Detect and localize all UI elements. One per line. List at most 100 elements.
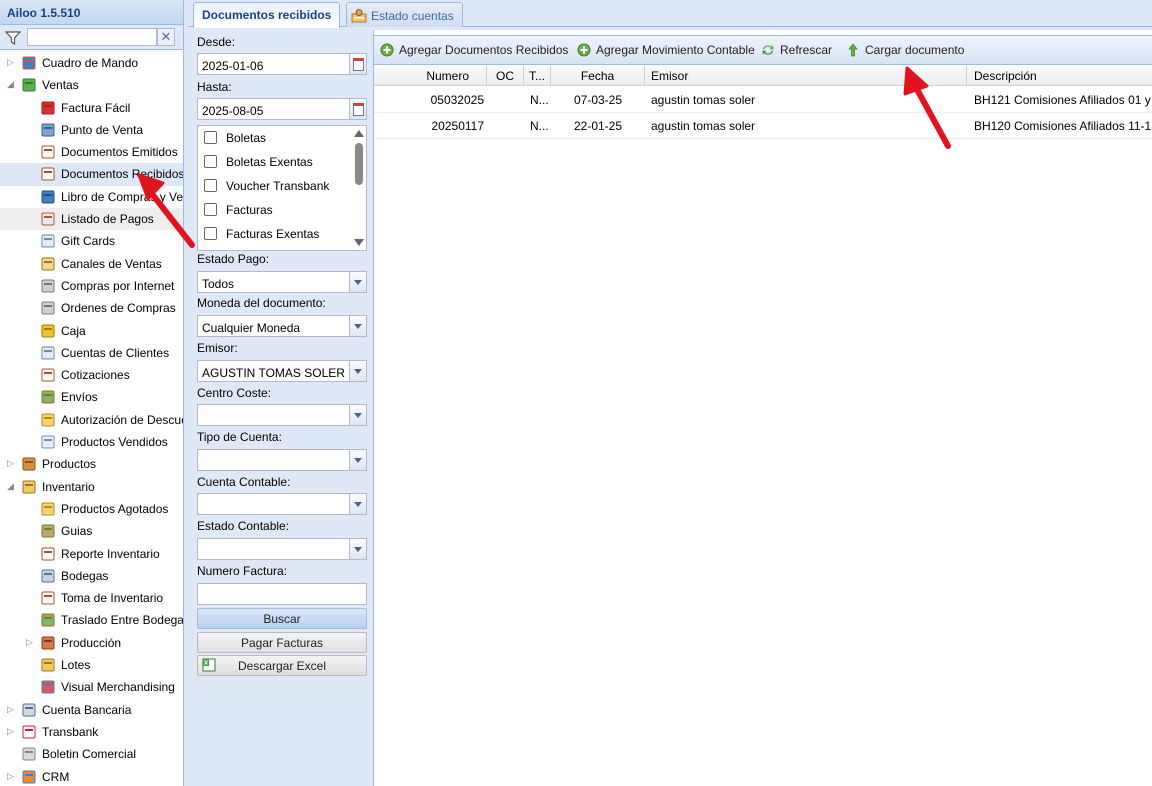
checkbox[interactable] [204,155,217,168]
sidebar-item-producción[interactable]: ▷ Producción [0,632,183,654]
sidebar-item-label: Documentos Recibidos [61,167,184,182]
sidebar-item-cuadro-de-mando[interactable]: ▷ Cuadro de Mando [0,52,183,74]
sidebar-item-documentos-emitidos[interactable]: Documentos Emitidos [0,141,183,163]
sidebar-item-cuenta-bancaria[interactable]: ▷ Cuenta Bancaria [0,699,183,721]
sidebar-item-visual-merchandising[interactable]: Visual Merchandising [0,676,183,698]
expand-arrow-icon[interactable]: ▷ [26,637,36,647]
cuenta-contable-select[interactable] [197,493,367,515]
sidebar-item-reporte-inventario[interactable]: Reporte Inventario [0,543,183,565]
sidebar-item-punto-de-venta[interactable]: Punto de Venta [0,119,183,141]
sidebar-item-gift-cards[interactable]: Gift Cards [0,230,183,252]
expand-arrow-icon[interactable]: ▷ [7,726,17,736]
column-header-emisor[interactable]: Emisor [645,66,967,86]
collapse-arrow-icon[interactable]: ◢ [7,481,17,491]
expand-arrow-icon[interactable]: ▷ [7,704,17,714]
calendar-icon[interactable] [349,99,366,119]
sidebar-item-traslado-entre-bodegas[interactable]: Traslado Entre Bodegas [0,609,183,631]
table-row[interactable]: 05032025 N... 07-03-25 agustin tomas sol… [374,87,1152,113]
checkbox[interactable] [204,203,217,216]
descargar-excel-button[interactable]: Descargar Excel [197,655,367,676]
sidebar-item-factura-fácil[interactable]: Factura Fácil [0,97,183,119]
sidebar-item-caja[interactable]: Caja [0,320,183,342]
sidebar-item-productos-agotados[interactable]: Productos Agotados [0,498,183,520]
hasta-date-field[interactable]: 2025-08-05 [197,98,367,120]
calendar-icon[interactable] [349,54,366,74]
chevron-down-icon[interactable] [349,272,366,292]
sidebar-item-guias[interactable]: Guias [0,520,183,542]
sidebar-item-canales-de-ventas[interactable]: Canales de Ventas [0,253,183,275]
checkbox[interactable] [204,227,217,240]
chevron-down-icon[interactable] [349,450,366,470]
refresh-button[interactable]: Refrescar [761,43,832,57]
box-icon [22,457,36,471]
estado-contable-select[interactable] [197,538,367,560]
sidebar-item-envíos[interactable]: Envíos [0,386,183,408]
checkbox[interactable] [204,131,217,144]
emisor-select[interactable]: AGUSTIN TOMAS SOLER 1 [197,360,367,382]
centro-coste-select[interactable] [197,404,367,426]
sidebar-item-listado-de-pagos[interactable]: Listado de Pagos [0,208,183,231]
sidebar-item-ordenes-de-compras[interactable]: Ordenes de Compras [0,297,183,319]
upload-document-button[interactable]: Cargar documento [846,43,964,57]
warehouse-icon [41,569,55,583]
doc-type-label: Voucher Transbank [226,179,330,193]
desde-date-field[interactable]: 2025-01-06 [197,53,367,75]
doc-type-scrollbar[interactable] [352,126,366,250]
sidebar-item-bodegas[interactable]: Bodegas [0,565,183,587]
sidebar-item-label: CRM [42,769,70,784]
navigation-sidebar: Ailoo 1.5.510 ✕ ▷ Cuadro de Mando ◢ Ventas F… [0,0,184,786]
checkbox[interactable] [204,179,217,192]
chevron-down-icon[interactable] [349,361,366,381]
moneda-select[interactable]: Cualquier Moneda [197,315,367,337]
add-documents-label: Agregar Documentos Recibidos [399,43,569,57]
sidebar-search-input[interactable] [27,28,157,46]
sidebar-item-libro-de-compras-y-ventas[interactable]: Libro de Compras y Ventas [0,186,183,208]
sidebar-item-compras-por-internet[interactable]: Compras por Internet [0,275,183,297]
numero-factura-input[interactable] [197,583,367,605]
sidebar-item-productos[interactable]: ▷ Productos [0,453,183,475]
tab-documentos-recibidos[interactable]: Documentos recibidos [193,2,341,28]
sidebar-item-ventas[interactable]: ◢ Ventas [0,74,183,96]
add-documents-button[interactable]: Agregar Documentos Recibidos [380,43,568,57]
clear-filter-button[interactable]: ✕ [157,28,175,46]
sidebar-item-transbank[interactable]: ▷ Transbank [0,721,183,743]
sidebar-item-cotizaciones[interactable]: Cotizaciones [0,364,183,386]
column-header-fecha[interactable]: Fecha [551,66,645,86]
collapse-arrow-icon[interactable]: ◢ [7,79,17,89]
sidebar-item-label: Productos Vendidos [61,435,168,450]
estado-pago-select[interactable]: Todos [197,271,367,293]
pagar-facturas-button[interactable]: Pagar Facturas [197,632,367,653]
table-row[interactable]: 20250117 N... 22-01-25 agustin tomas sol… [374,113,1152,139]
scroll-thumb[interactable] [355,143,363,185]
expand-arrow-icon[interactable]: ▷ [7,57,17,67]
chevron-down-icon[interactable] [349,539,366,559]
add-movement-button[interactable]: Agregar Movimiento Contable [577,43,755,57]
chart-icon [22,56,36,70]
sidebar-item-autorización-de-descuentos[interactable]: Autorización de Descuentos [0,409,183,431]
sidebar-item-crm[interactable]: ▷ CRM [0,766,183,786]
expand-arrow-icon[interactable]: ▷ [7,771,17,781]
sidebar-item-boletin-comercial[interactable]: Boletin Comercial [0,743,183,765]
chevron-down-icon[interactable] [349,316,366,336]
column-header-oc[interactable]: OC [487,66,524,86]
buscar-button[interactable]: Buscar [197,608,367,629]
sidebar-item-productos-vendidos[interactable]: Productos Vendidos [0,431,183,453]
package-icon [22,480,36,494]
expand-arrow-icon[interactable]: ▷ [7,458,17,468]
sidebar-item-cuentas-de-clientes[interactable]: Cuentas de Clientes [0,342,183,364]
scroll-down-icon[interactable] [354,239,364,246]
tab-estado-cuentas[interactable]: Estado cuentas [346,2,463,27]
chevron-down-icon[interactable] [349,405,366,425]
tipo-cuenta-select[interactable] [197,449,367,471]
funnel-icon[interactable] [5,30,21,46]
column-header-tipo[interactable]: T... [524,66,551,86]
chevron-down-icon[interactable] [349,494,366,514]
sidebar-item-lotes[interactable]: Lotes [0,654,183,676]
scroll-up-icon[interactable] [354,130,364,137]
sidebar-item-documentos-recibidos[interactable]: Documentos Recibidos [0,163,184,186]
sidebar-item-toma-de-inventario[interactable]: Toma de Inventario [0,587,183,609]
column-header-descripcion[interactable]: Descripción [967,66,1152,86]
cell-emisor: agustin tomas soler [651,119,756,133]
column-header-numero[interactable]: Numero [374,66,487,86]
sidebar-item-inventario[interactable]: ◢ Inventario [0,476,183,498]
